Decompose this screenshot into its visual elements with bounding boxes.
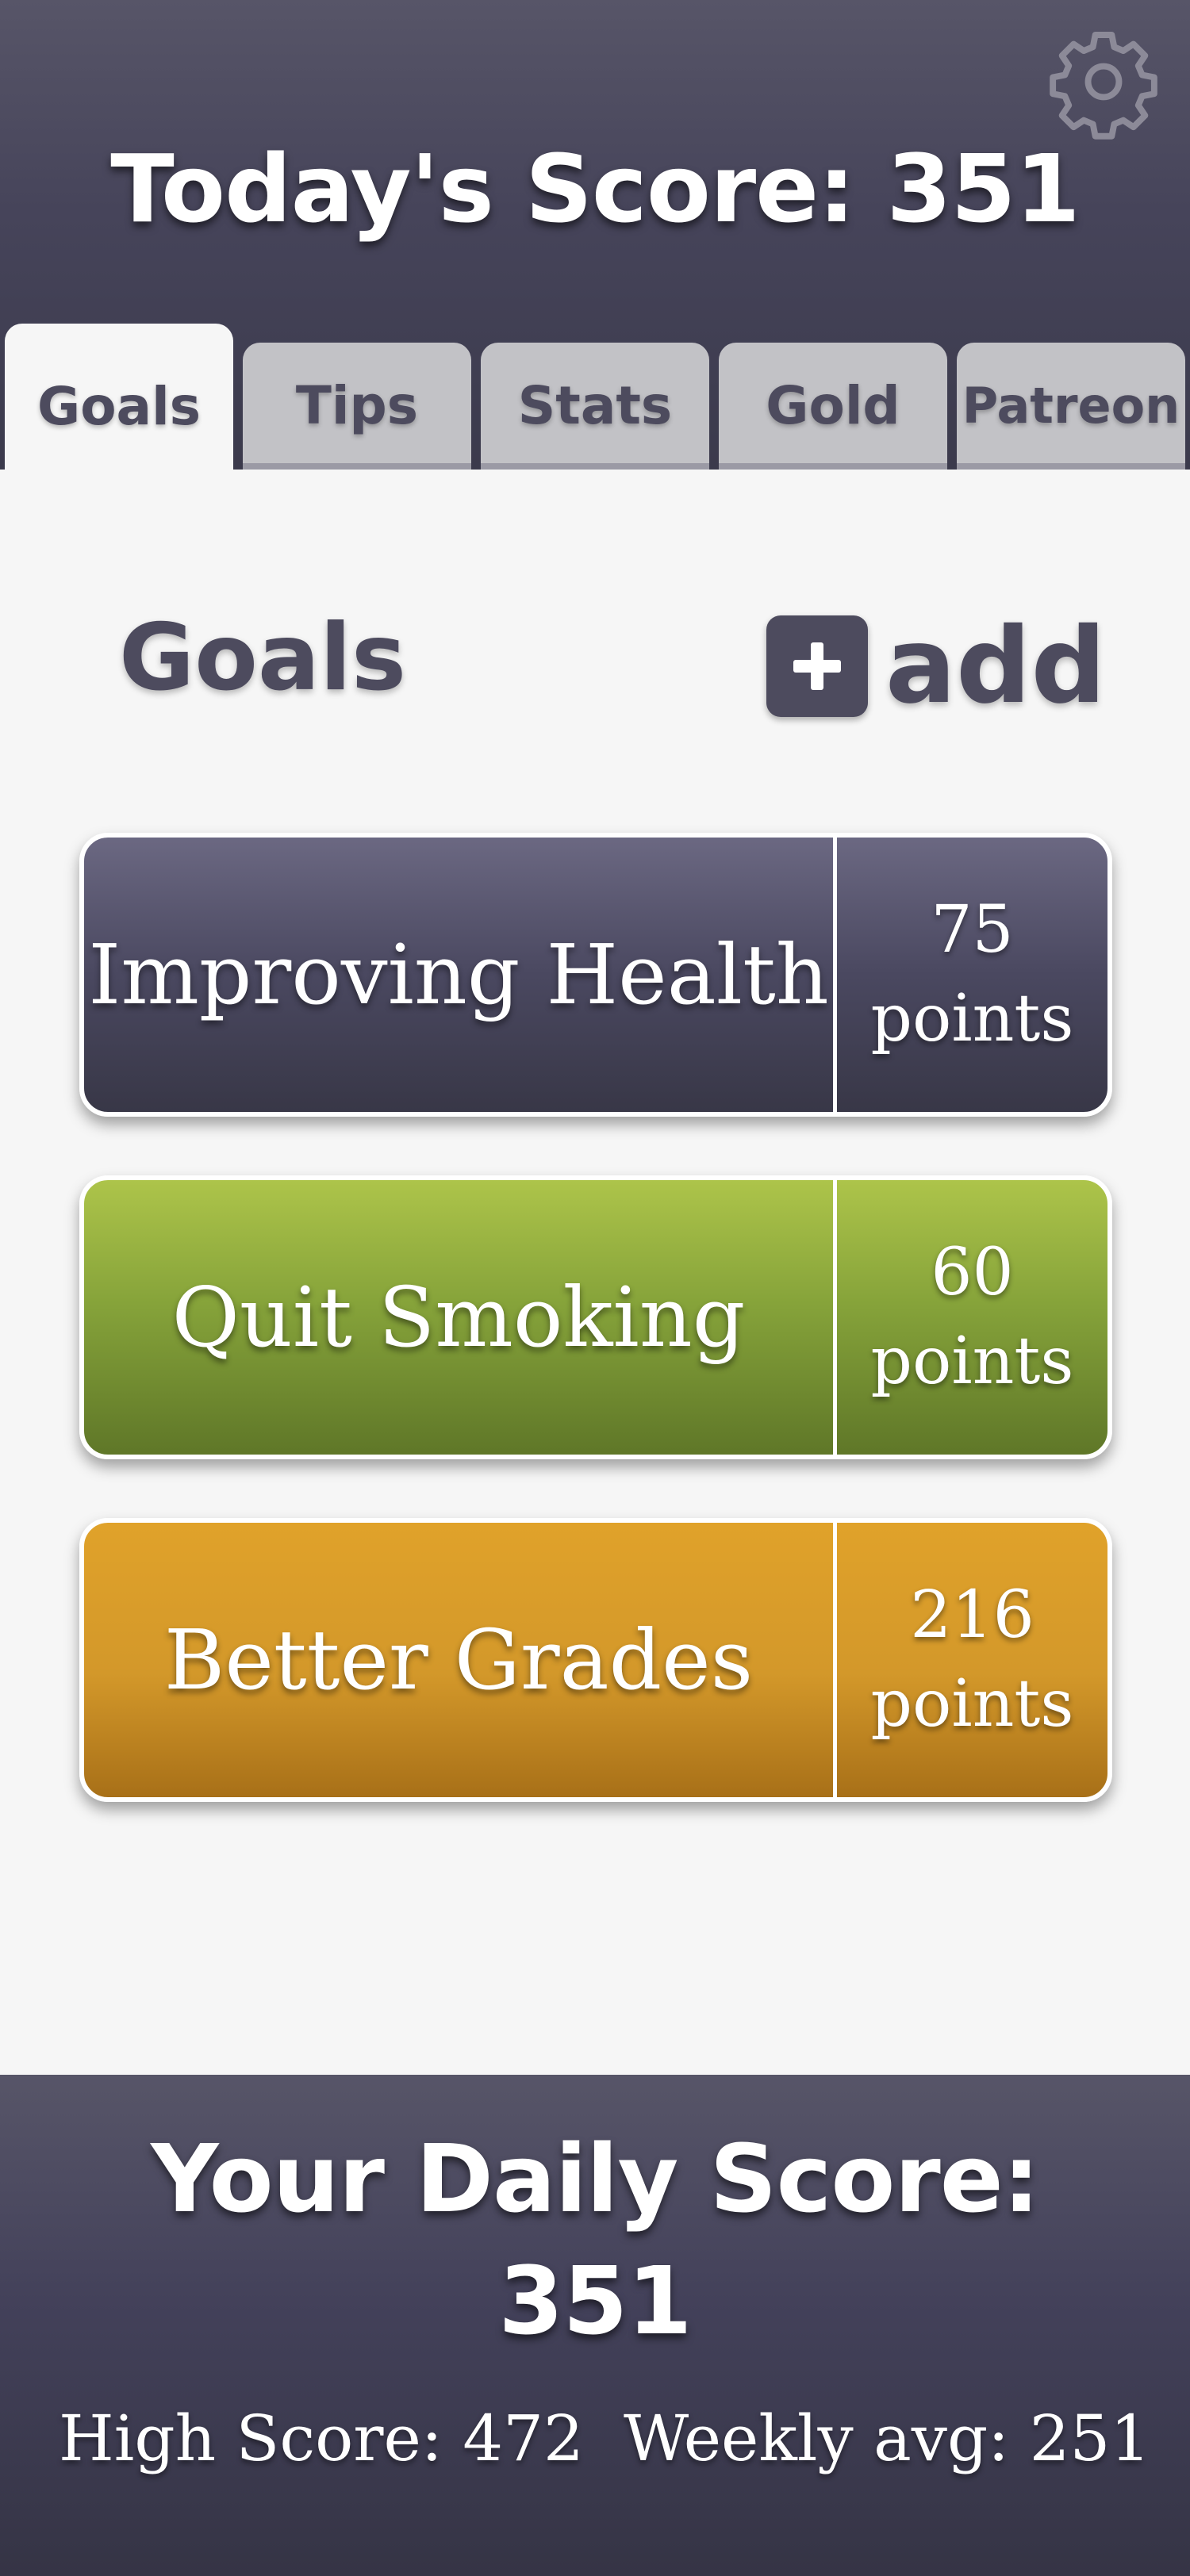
- tab-goals-label: Goals: [37, 376, 201, 437]
- tab-stats[interactable]: Stats: [481, 343, 709, 470]
- tab-stats-label: Stats: [517, 375, 673, 436]
- tab-tips[interactable]: Tips: [243, 343, 471, 470]
- tab-gold-label: Gold: [766, 375, 900, 436]
- tab-goals[interactable]: Goals: [5, 324, 233, 470]
- plus-square-icon: [766, 615, 868, 717]
- tab-patreon[interactable]: Patreon: [957, 343, 1185, 470]
- weekly-average: Weekly avg: 251: [624, 2402, 1151, 2475]
- tab-gold[interactable]: Gold: [719, 343, 947, 470]
- goal-name: Improving Health: [88, 926, 829, 1023]
- goal-points-unit: points: [870, 981, 1074, 1056]
- goals-heading: Goals: [119, 604, 406, 711]
- goal-card-quit-smoking[interactable]: Quit Smoking 60 points: [79, 1175, 1112, 1459]
- high-score: High Score: 472: [59, 2402, 584, 2475]
- goal-name: Better Grades: [163, 1612, 754, 1708]
- daily-score-label: Your Daily Score:: [151, 2124, 1040, 2233]
- goal-card-improving-health[interactable]: Improving Health 75 points: [79, 833, 1112, 1117]
- daily-score-value: 351: [498, 2246, 692, 2356]
- goal-points-value: 60: [931, 1235, 1014, 1310]
- goal-points-value: 216: [910, 1577, 1035, 1653]
- goal-points: 60 points: [837, 1180, 1107, 1455]
- goal-name: Quit Smoking: [171, 1269, 746, 1366]
- todays-score-title: Today's Score: 351: [110, 134, 1081, 243]
- goal-card-better-grades[interactable]: Better Grades 216 points: [79, 1518, 1112, 1802]
- tab-tips-label: Tips: [295, 375, 419, 436]
- add-goal-button[interactable]: add: [766, 603, 1106, 730]
- daily-score-footer: Your Daily Score: 351 High Score: 472 We…: [0, 2075, 1190, 2576]
- goal-points: 216 points: [837, 1523, 1107, 1797]
- daily-score-title: Your Daily Score: 351: [0, 2118, 1190, 2362]
- goal-points-unit: points: [870, 1666, 1074, 1742]
- goal-points-value: 75: [931, 892, 1014, 968]
- goal-points: 75 points: [837, 838, 1107, 1112]
- goal-points-unit: points: [870, 1324, 1074, 1399]
- gear-icon[interactable]: [1046, 24, 1161, 140]
- tab-patreon-label: Patreon: [962, 377, 1180, 435]
- add-label: add: [885, 605, 1107, 727]
